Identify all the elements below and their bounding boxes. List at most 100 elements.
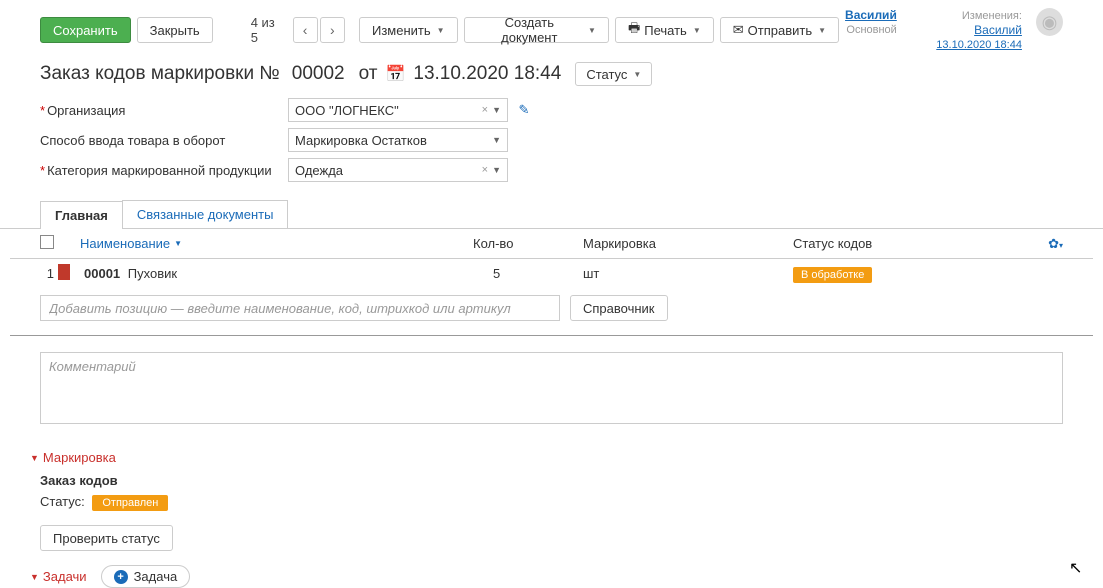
tab-linked[interactable]: Связанные документы [122, 200, 289, 228]
org-value: ООО "ЛОГНЕКС" [295, 103, 399, 118]
chevron-left-icon: ‹ [303, 22, 308, 38]
caret-down-icon: ▼ [693, 26, 701, 35]
row-qty: 5 [473, 266, 583, 281]
caret-down-icon[interactable]: ▼ [492, 105, 501, 115]
form-block: Организация ООО "ЛОГНЕКС" × ▼ ✎ Способ в… [0, 96, 1103, 200]
category-select[interactable]: Одежда × ▼ [288, 158, 508, 182]
comment-box [40, 352, 1063, 424]
caret-down-icon: ▼ [588, 26, 596, 35]
marking-title: Заказ кодов [40, 473, 1063, 488]
edit-label: Изменить [372, 23, 431, 38]
marking-section: ▼ Маркировка Заказ кодов Статус: Отправл… [0, 432, 1103, 551]
org-label: Организация [40, 103, 288, 118]
caret-down-icon: ▼ [633, 70, 641, 79]
calendar-icon[interactable]: 📅 [385, 64, 405, 84]
th-mark[interactable]: Маркировка [583, 236, 793, 251]
add-item-input[interactable] [40, 295, 560, 321]
row-name: Пуховик [128, 266, 177, 281]
th-qty[interactable]: Кол-во [473, 236, 583, 251]
changes-datetime[interactable]: 13.10.2020 18:44 [936, 39, 1022, 51]
changes-by-link[interactable]: Василий [974, 23, 1022, 37]
print-dropdown[interactable]: 🖶 Печать ▼ [615, 17, 714, 43]
caret-down-icon[interactable]: ▼ [492, 165, 501, 175]
marking-section-toggle[interactable]: ▼ Маркировка [30, 450, 1063, 465]
caret-down-icon[interactable]: ▼ [492, 135, 501, 145]
tasks-section-toggle[interactable]: ▼ Задачи [30, 569, 87, 584]
row-unit: шт [583, 266, 793, 281]
items-table: Наименование ▼ Кол-во Маркировка Статус … [10, 229, 1093, 336]
add-row: Справочник [10, 287, 1093, 335]
status-dropdown[interactable]: Статус ▼ [575, 62, 652, 86]
tasks-section-label: Задачи [43, 569, 87, 584]
caret-down-icon: ▼ [437, 26, 445, 35]
edit-org-icon[interactable]: ✎ [514, 100, 534, 120]
doc-number: 00002 [292, 63, 345, 85]
status-badge: В обработке [793, 267, 872, 283]
create-doc-dropdown[interactable]: Создать документ ▼ [464, 17, 609, 43]
doc-title-text: Заказ кодов маркировки № [40, 63, 280, 85]
changes-label: Изменения: [962, 10, 1022, 22]
caret-down-icon: ▼ [818, 26, 826, 35]
pager-text: 4 из 5 [251, 15, 285, 45]
table-row[interactable]: 1 00001 Пуховик 5 шт В обработке [10, 259, 1093, 287]
th-name-label: Наименование [80, 236, 170, 251]
add-task-label: Задача [134, 569, 178, 584]
method-label: Способ ввода товара в оборот [40, 133, 288, 148]
method-select[interactable]: Маркировка Остатков ▼ [288, 128, 508, 152]
person-icon: ◉ [1042, 15, 1058, 29]
marking-section-label: Маркировка [43, 450, 116, 465]
status-label: Статус [586, 67, 627, 82]
doc-from: от [359, 63, 378, 85]
check-status-label: Проверить статус [53, 531, 160, 546]
create-doc-label: Создать документ [477, 15, 582, 45]
row-index: 1 [40, 266, 54, 281]
comment-textarea[interactable] [41, 353, 1062, 423]
triangle-down-icon: ▼ [30, 572, 39, 582]
ref-button[interactable]: Справочник [570, 295, 668, 321]
row-thumb [58, 264, 78, 283]
tab-main[interactable]: Главная [40, 201, 123, 229]
document-title-row: Заказ кодов маркировки № 00002 от 📅 13.1… [0, 56, 1103, 96]
row-code: 00001 [84, 266, 120, 281]
product-thumb-icon [58, 264, 70, 280]
clear-icon[interactable]: × [482, 164, 492, 176]
method-value: Маркировка Остатков [295, 133, 427, 148]
check-status-button[interactable]: Проверить статус [40, 525, 173, 551]
select-all-checkbox[interactable] [40, 235, 54, 249]
doc-date: 13.10.2020 18:44 [413, 63, 561, 85]
th-name[interactable]: Наименование ▼ [80, 236, 473, 251]
prev-button[interactable]: ‹ [293, 17, 318, 43]
plus-icon: + [114, 570, 128, 584]
send-label: Отправить [748, 23, 812, 38]
add-task-button[interactable]: + Задача [101, 565, 191, 588]
close-button[interactable]: Закрыть [137, 17, 213, 43]
org-select[interactable]: ООО "ЛОГНЕКС" × ▼ [288, 98, 508, 122]
tasks-section: ▼ Задачи + Задача [0, 551, 1103, 588]
chevron-right-icon: › [330, 22, 335, 38]
print-label: Печать [644, 23, 687, 38]
category-label: Категория маркированной продукции [40, 163, 288, 178]
table-header-row: Наименование ▼ Кол-во Маркировка Статус … [10, 229, 1093, 259]
row-status-cell: В обработке [793, 266, 1033, 281]
print-icon: 🖶 [628, 19, 640, 41]
category-value: Одежда [295, 163, 343, 178]
envelope-icon: ✉ [733, 22, 744, 38]
tabs: Главная Связанные документы [0, 200, 1103, 229]
user-name-link[interactable]: Василий [845, 8, 897, 22]
next-button[interactable]: › [320, 17, 345, 43]
save-button[interactable]: Сохранить [40, 17, 131, 43]
triangle-down-icon: ▼ [30, 453, 39, 463]
send-dropdown[interactable]: ✉ Отправить ▼ [720, 17, 839, 43]
edit-dropdown[interactable]: Изменить ▼ [359, 17, 458, 43]
ref-label: Справочник [583, 301, 655, 316]
save-label: Сохранить [53, 23, 118, 38]
marking-status-badge: Отправлен [92, 495, 168, 511]
th-status[interactable]: Статус кодов [793, 236, 1033, 251]
close-label: Закрыть [150, 23, 200, 38]
user-profile: Основной [846, 24, 896, 36]
clear-icon[interactable]: × [482, 104, 492, 116]
table-settings-icon[interactable]: ✿▾ [1033, 236, 1063, 252]
avatar[interactable]: ◉ [1036, 8, 1063, 36]
toolbar: Сохранить Закрыть 4 из 5 ‹ › Изменить ▼ … [0, 0, 1103, 56]
caret-down-icon: ▼ [174, 239, 182, 248]
